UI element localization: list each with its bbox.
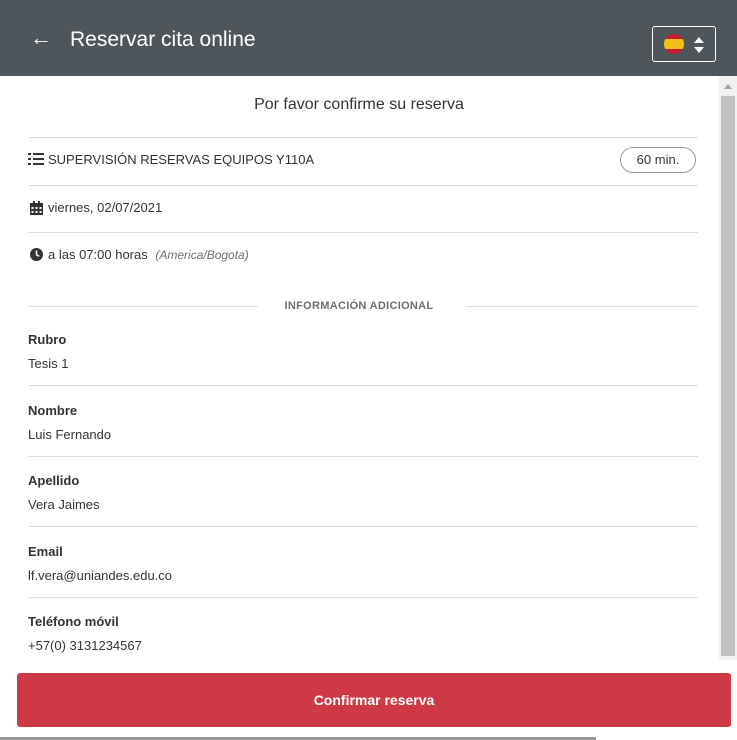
divider	[28, 526, 698, 527]
divider	[28, 137, 698, 138]
service-name: SUPERVISIÓN RESERVAS EQUIPOS Y110A	[48, 152, 315, 167]
scrollbar[interactable]	[719, 76, 737, 660]
confirmation-title: Por favor confirme su reserva	[254, 96, 464, 113]
page-title: Reservar cita online	[70, 28, 256, 51]
field-value: Vera Jaimes	[28, 497, 100, 512]
arrow-left-icon[interactable]: ←	[30, 26, 54, 50]
divider	[28, 232, 698, 233]
field-value: +57(0) 3131234567	[28, 638, 142, 653]
timezone: (America/Bogota)	[155, 248, 249, 262]
field-label: Email	[28, 544, 63, 559]
divider	[466, 306, 698, 307]
language-select[interactable]	[652, 26, 716, 62]
header-bar: ← Reservar cita online	[0, 0, 737, 76]
confirm-button[interactable]: Confirmar reserva	[17, 673, 731, 727]
field-label: Nombre	[28, 403, 78, 418]
divider	[28, 385, 698, 386]
appointment-time: a las 07:00 horas	[48, 247, 148, 262]
field-value: Tesis 1	[28, 356, 69, 371]
appointment-date: viernes, 02/07/2021	[48, 200, 163, 215]
clock-icon	[30, 248, 43, 261]
divider	[28, 185, 698, 186]
duration-badge: 60 min.	[620, 147, 696, 173]
divider	[28, 597, 698, 598]
scrollbar-thumb[interactable]	[721, 96, 735, 656]
spain-flag-icon	[664, 34, 684, 54]
scroll-up-arrow-icon[interactable]	[724, 84, 732, 89]
field-value: Luis Fernando	[28, 427, 112, 442]
field-label: Apellido	[28, 473, 80, 488]
field-value: lf.vera@uniandes.edu.co	[28, 568, 173, 583]
field-label: Rubro	[28, 332, 67, 347]
list-icon	[28, 153, 44, 165]
field-label: Teléfono móvil	[28, 614, 119, 629]
appointment-time-row: a las 07:00 horas (America/Bogota)	[48, 247, 249, 262]
divider	[28, 456, 698, 457]
confirmation-panel: Por favor confirme su reserva SUPERVISIÓ…	[0, 76, 718, 658]
sort-icon	[694, 37, 704, 53]
calendar-icon	[30, 201, 43, 215]
